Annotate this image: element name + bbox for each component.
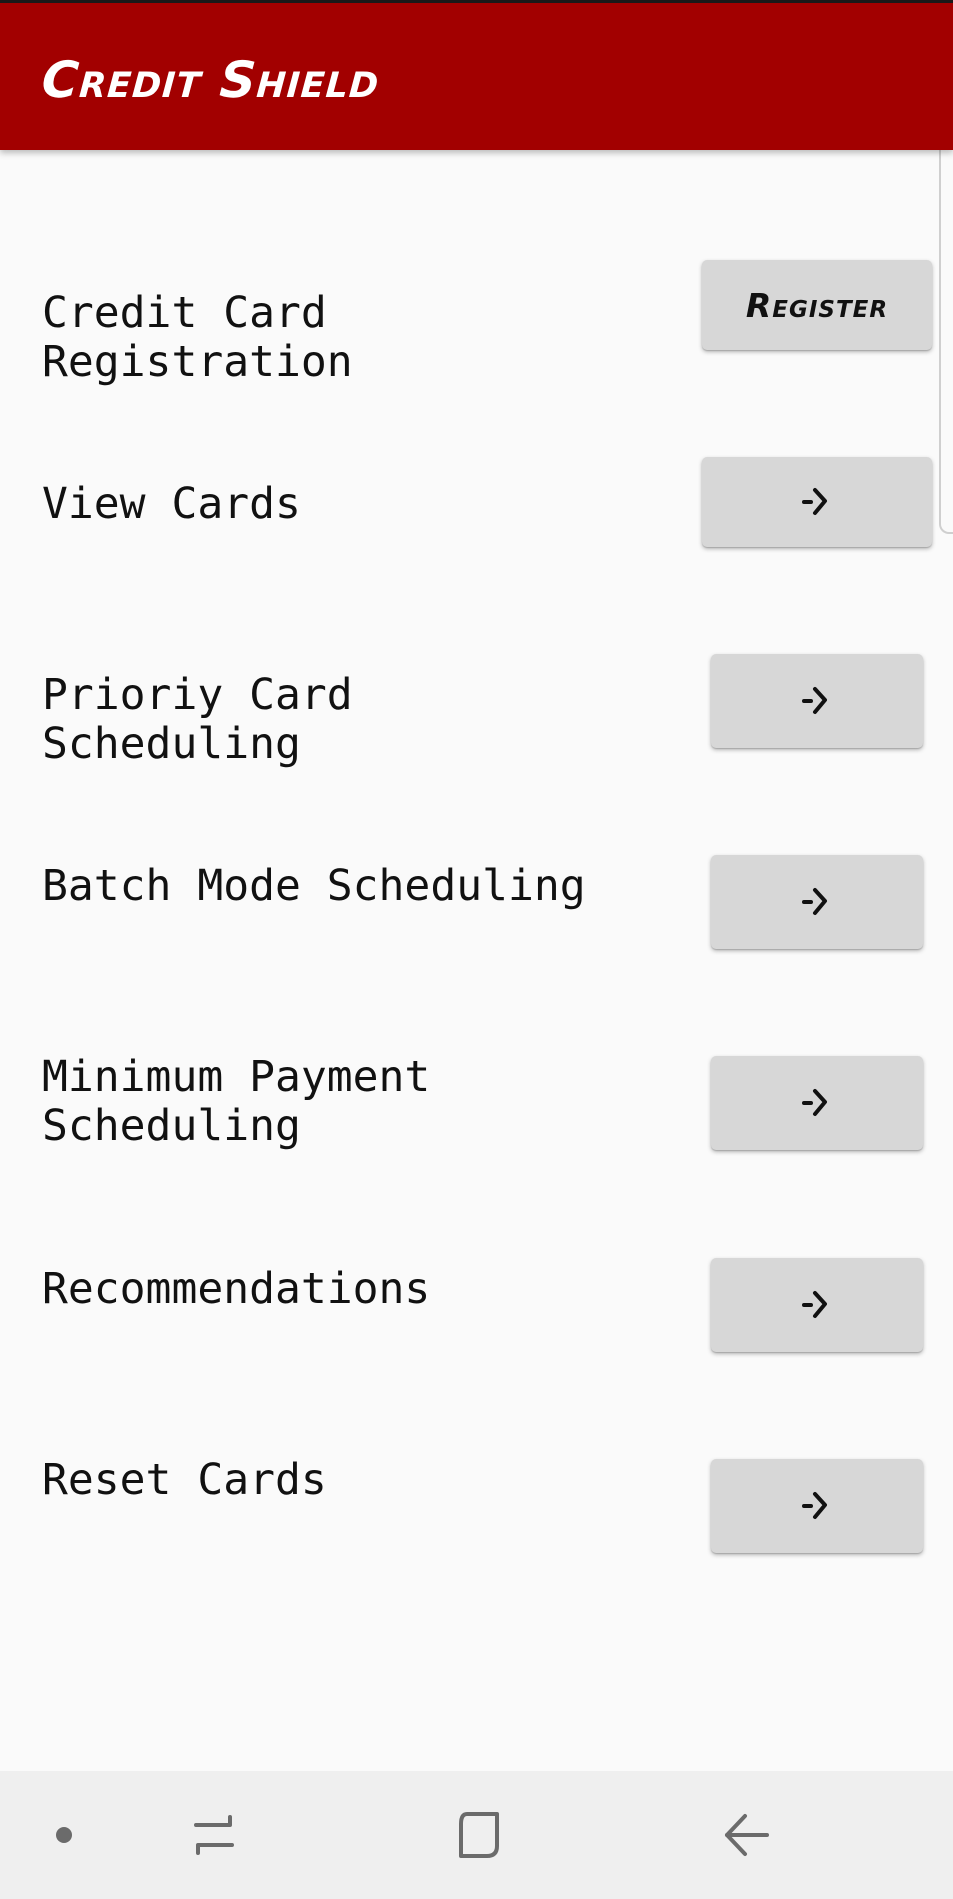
view-cards-button[interactable]	[702, 457, 932, 547]
home-button[interactable]	[437, 1771, 521, 1899]
arrow-right-icon	[802, 1291, 827, 1318]
view-cards-label: View Cards	[42, 479, 301, 529]
recommendations-label: Recommendations	[42, 1264, 431, 1314]
minimum-payment-scheduling-button[interactable]	[711, 1056, 923, 1150]
batch-mode-scheduling-button[interactable]	[711, 855, 923, 949]
reset-cards-button[interactable]	[711, 1459, 923, 1553]
reset-cards-label: Reset Cards	[42, 1455, 327, 1505]
priority-card-scheduling-label: Prioriy Card Scheduling	[42, 670, 353, 769]
batch-mode-scheduling-label: Batch Mode Scheduling	[42, 861, 586, 911]
recents-icon	[194, 1815, 234, 1855]
nav-dot-button[interactable]	[32, 1771, 96, 1899]
arrow-right-icon	[802, 888, 827, 915]
minimum-payment-scheduling-label: Minimum Payment Scheduling	[42, 1052, 431, 1151]
home-icon	[459, 1812, 499, 1858]
register-button[interactable]: Register	[702, 260, 932, 350]
app-bar: Credit Shield	[0, 3, 953, 150]
priority-card-scheduling-button[interactable]	[711, 654, 923, 748]
register-button-label: Register	[745, 285, 889, 325]
credit-card-registration-label: Credit Card Registration	[42, 288, 353, 387]
arrow-right-icon	[802, 1492, 827, 1519]
menu-list: Credit Card Registration Register View C…	[0, 150, 953, 1771]
app-title: Credit Shield	[39, 51, 382, 109]
back-icon	[725, 1814, 769, 1856]
arrow-right-icon	[802, 1089, 827, 1116]
back-button[interactable]	[704, 1771, 788, 1899]
edge-panel-handle[interactable]	[939, 140, 953, 534]
dot-icon	[56, 1827, 72, 1843]
arrow-right-icon	[802, 687, 827, 714]
arrow-right-icon	[802, 488, 827, 515]
recommendations-button[interactable]	[711, 1258, 923, 1352]
recents-button[interactable]	[172, 1771, 256, 1899]
system-navigation-bar	[0, 1771, 953, 1899]
